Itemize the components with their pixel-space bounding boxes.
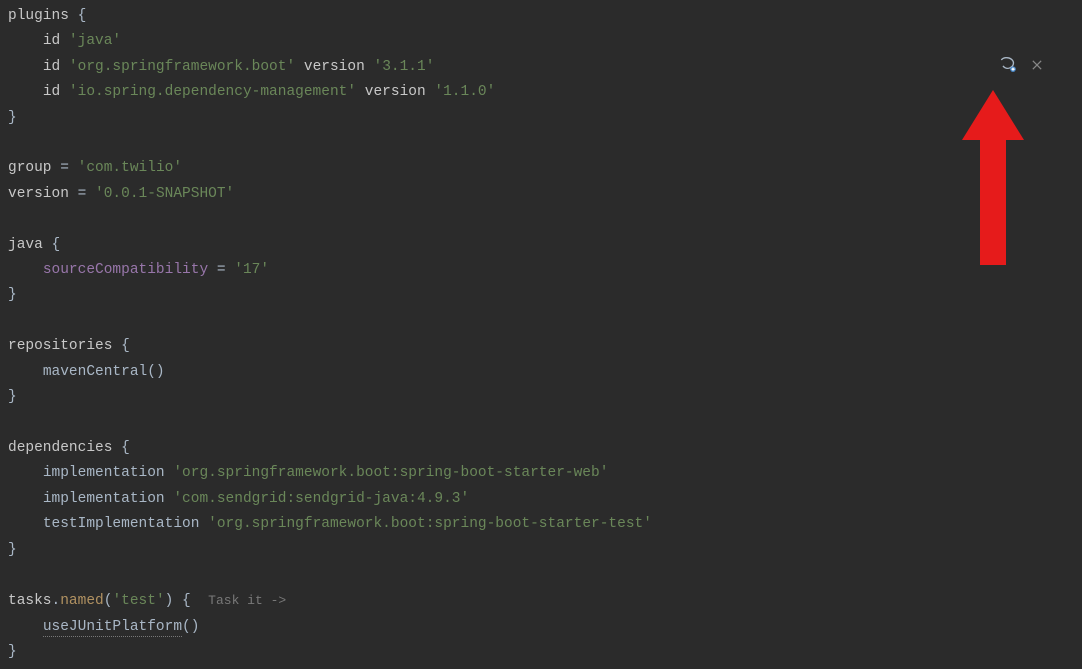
indent — [8, 491, 43, 507]
indent — [8, 364, 43, 380]
kw-id: id — [43, 84, 60, 100]
str-dep-web: 'org.springframework.boot:spring-boot-st… — [173, 465, 608, 481]
brace: { — [69, 8, 86, 24]
kw-version: version — [356, 84, 434, 100]
fn-impl: implementation — [43, 465, 165, 481]
prop-srccompat: sourceCompatibility — [43, 262, 208, 278]
kw-java: java — [8, 237, 43, 253]
kw-tasks: tasks — [8, 593, 52, 609]
brace-close: } — [8, 542, 17, 558]
space — [60, 33, 69, 49]
space — [199, 516, 208, 532]
fn-usejunit: useJUnitPlatform — [43, 619, 182, 637]
kw-version: version — [295, 59, 373, 75]
code-editor[interactable]: plugins { id 'java' id 'org.springframew… — [0, 0, 1082, 669]
str-dep-sendgrid: 'com.sendgrid:sendgrid-java:4.9.3' — [173, 491, 469, 507]
inlay-hint: Task it -> — [208, 593, 286, 608]
notification-cluster — [998, 55, 1044, 75]
kw-version: version — [8, 186, 69, 202]
str-17: '17' — [234, 262, 269, 278]
str-version: '0.0.1-SNAPSHOT' — [95, 186, 234, 202]
brace: { — [112, 338, 129, 354]
indent — [8, 516, 43, 532]
brace: { — [43, 237, 60, 253]
str-ver110: '1.1.0' — [434, 84, 495, 100]
brace: { — [173, 593, 190, 609]
kw-dependencies: dependencies — [8, 440, 112, 456]
indent — [8, 465, 43, 481]
eq: = — [208, 262, 234, 278]
indent — [8, 84, 43, 100]
str-group: 'com.twilio' — [78, 160, 182, 176]
kw-group: group — [8, 160, 52, 176]
dot: . — [52, 593, 61, 609]
close-icon[interactable] — [1030, 58, 1044, 72]
paren: () — [182, 619, 199, 635]
paren: () — [147, 364, 164, 380]
indent — [8, 619, 43, 635]
fn-impl: implementation — [43, 491, 165, 507]
indent — [8, 59, 43, 75]
fn-testimpl: testImplementation — [43, 516, 200, 532]
brace-close: } — [8, 110, 17, 126]
str-ver311: '3.1.1' — [374, 59, 435, 75]
eq: = — [52, 160, 78, 176]
brace-close: } — [8, 287, 17, 303]
space — [60, 84, 69, 100]
kw-plugins: plugins — [8, 8, 69, 24]
kw-repositories: repositories — [8, 338, 112, 354]
brace: { — [112, 440, 129, 456]
gradle-refresh-icon[interactable] — [998, 55, 1018, 75]
kw-id: id — [43, 59, 60, 75]
eq: = — [69, 186, 95, 202]
str-test: 'test' — [112, 593, 164, 609]
space — [60, 59, 69, 75]
indent — [8, 262, 43, 278]
fn-mavencentral: mavenCentral — [43, 364, 147, 380]
str-depmgmt: 'io.spring.dependency-management' — [69, 84, 356, 100]
brace-close: } — [8, 644, 17, 660]
brace-close: } — [8, 389, 17, 405]
str-dep-test: 'org.springframework.boot:spring-boot-st… — [208, 516, 652, 532]
kw-id: id — [43, 33, 60, 49]
space — [191, 593, 208, 609]
str-java: 'java' — [69, 33, 121, 49]
fn-named: named — [60, 593, 104, 609]
str-springboot: 'org.springframework.boot' — [69, 59, 295, 75]
indent — [8, 33, 43, 49]
